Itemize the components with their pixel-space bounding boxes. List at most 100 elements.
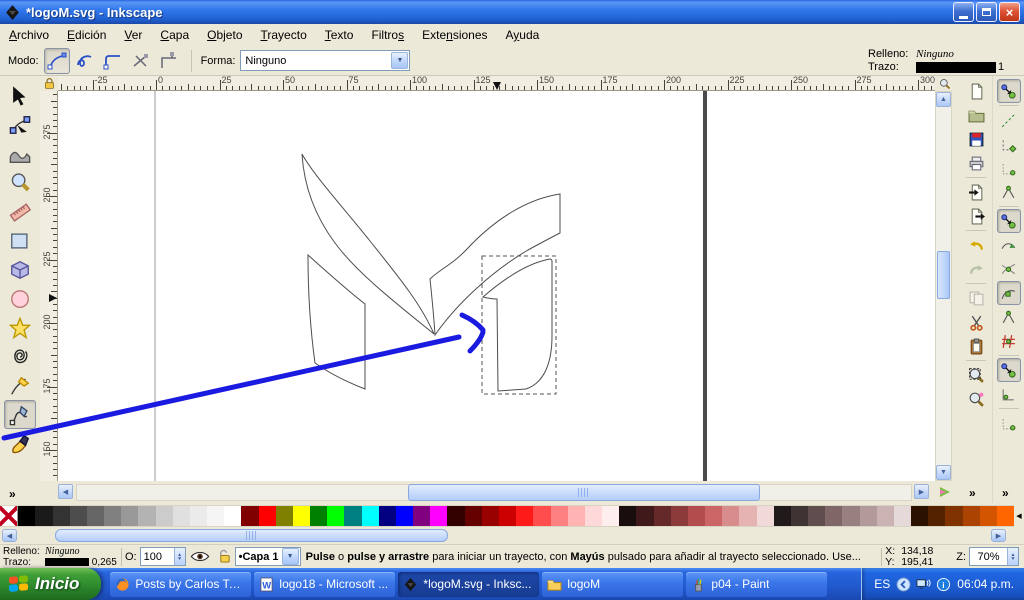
menu-ayuda[interactable]: Ayuda <box>497 25 549 45</box>
horizontal-ruler[interactable]: -25 0 25 50 75 100 125 150 175 200 225 250 275 300 <box>58 76 935 91</box>
logo-selected-shape[interactable] <box>481 258 553 392</box>
vertical-scrollbar[interactable]: ▲ ▼ <box>935 91 952 481</box>
paste-button[interactable] <box>964 334 988 358</box>
swatch-ebebeb[interactable] <box>189 506 208 526</box>
swatch-e6d9d9[interactable] <box>893 506 912 526</box>
mode-spiro-button[interactable] <box>72 48 98 74</box>
swatch-ffeeee[interactable] <box>602 506 620 526</box>
snap-others-button[interactable] <box>996 358 1021 382</box>
zoom-selection-button[interactable] <box>964 363 988 387</box>
new-doc-button[interactable] <box>964 79 988 103</box>
swatch-1a0d0d[interactable] <box>619 506 637 526</box>
swatch-552200[interactable] <box>928 506 946 526</box>
undo-button[interactable] <box>964 233 988 257</box>
swatch-ff00ff[interactable] <box>430 506 448 526</box>
swatch-666666[interactable] <box>86 506 105 526</box>
swatch-d45500[interactable] <box>979 506 997 526</box>
swatch-000000[interactable] <box>18 506 36 526</box>
save-button[interactable] <box>964 127 988 151</box>
palette-scroll-right-button[interactable]: ▶ <box>991 529 1006 542</box>
swatch-990000[interactable] <box>481 506 499 526</box>
swatch-401a1a[interactable] <box>636 506 654 526</box>
snap-paths-button[interactable] <box>997 233 1021 257</box>
box3d-tool-button[interactable] <box>4 255 36 284</box>
snap-bbox-corners-button[interactable] <box>997 156 1021 180</box>
swatch-201a1a[interactable] <box>773 506 791 526</box>
swatch-803300[interactable] <box>945 506 963 526</box>
swatch-4d4d4d[interactable] <box>69 506 87 526</box>
snap-page-border-button[interactable] <box>997 411 1021 435</box>
redo-button[interactable] <box>964 257 988 281</box>
tweak-tool-button[interactable] <box>4 139 36 168</box>
swatch-ffffff[interactable] <box>224 506 242 526</box>
menu-texto[interactable]: Texto <box>316 25 363 45</box>
task-folder[interactable]: logoM <box>542 571 684 597</box>
swatch-e6b3b3[interactable] <box>739 506 757 526</box>
swatch-0000ff[interactable] <box>395 506 414 526</box>
menu-trayecto[interactable]: Trayecto <box>252 25 316 45</box>
star-tool-button[interactable] <box>4 313 36 342</box>
swatch-ccb3b3[interactable] <box>876 506 894 526</box>
swatch-2b1100[interactable] <box>911 506 929 526</box>
copy-button[interactable] <box>964 286 988 310</box>
swatch-008080[interactable] <box>344 506 362 526</box>
layer-selector[interactable]: •Capa 1 ▼ <box>234 547 301 566</box>
swatch-aa4400[interactable] <box>962 506 980 526</box>
snap-object-centers-button[interactable] <box>997 382 1021 406</box>
zoom-drawing-button[interactable] <box>964 387 988 411</box>
snap-smooth-nodes-button[interactable] <box>997 305 1021 329</box>
snap-bounding-box-button[interactable] <box>997 108 1021 132</box>
swatch-ffb3b3[interactable] <box>567 506 585 526</box>
open-folder-button[interactable] <box>964 103 988 127</box>
pencil-tool-button[interactable] <box>4 371 36 400</box>
print-button[interactable] <box>964 151 988 175</box>
swatch-008000[interactable] <box>310 506 328 526</box>
swatch-800000[interactable] <box>241 506 259 526</box>
swatch-cccccc[interactable] <box>155 506 173 526</box>
swatch-ffff00[interactable] <box>292 506 311 526</box>
mode-bezier-button[interactable] <box>43 47 70 74</box>
stroke-color-swatch[interactable] <box>916 61 996 73</box>
rect-tool-button[interactable] <box>4 226 36 255</box>
swatch-662929[interactable] <box>653 506 671 526</box>
swatch-00ffff[interactable] <box>361 506 379 526</box>
swatch-660000[interactable] <box>464 506 482 526</box>
spinner-arrows-icon[interactable]: ▲ ▼ <box>173 548 185 565</box>
ruler-lock-icon[interactable] <box>40 76 58 91</box>
swatch-800080[interactable] <box>413 506 431 526</box>
scroll-left-button[interactable]: ◀ <box>58 484 73 499</box>
swatch-00ff00[interactable] <box>327 506 345 526</box>
spinner-arrows-icon[interactable]: ▲ ▼ <box>1007 548 1018 565</box>
zoom-tool-button[interactable] <box>4 168 36 197</box>
mode-polyline-button[interactable] <box>100 48 126 74</box>
snap-bar-overflow-button[interactable]: » <box>1002 486 1009 500</box>
swatch-ff1a1a[interactable] <box>516 506 534 526</box>
chevron-down-icon[interactable]: ▼ <box>281 548 299 565</box>
menu-ver[interactable]: Ver <box>115 25 151 45</box>
pen-tool-button[interactable] <box>4 400 36 429</box>
node-tool-button[interactable] <box>4 110 36 139</box>
hide-icons-chevron-icon[interactable] <box>896 576 911 592</box>
swatch-806666[interactable] <box>825 506 843 526</box>
swatch-e0e0e0[interactable] <box>172 506 190 526</box>
swatch-1a1a1a[interactable] <box>35 506 53 526</box>
swatch-cc0000[interactable] <box>498 506 517 526</box>
swatch-b3b3b3[interactable] <box>138 506 156 526</box>
close-button[interactable]: × <box>999 2 1020 22</box>
chevron-down-icon[interactable]: ▼ <box>391 52 409 69</box>
mode-zigzag-button[interactable] <box>128 48 154 74</box>
snap-path-intersections-button[interactable] <box>997 257 1021 281</box>
swatch-ffd9d9[interactable] <box>584 506 603 526</box>
swatch-8c3a3a[interactable] <box>670 506 688 526</box>
swatch-b34d4d[interactable] <box>687 506 706 526</box>
fill-stroke-status[interactable]: Relleno: Ninguno Trazo: 0,265 <box>0 546 118 568</box>
cut-button[interactable] <box>964 310 988 334</box>
swatch-808000[interactable] <box>275 506 293 526</box>
spiral-tool-button[interactable] <box>4 342 36 371</box>
swatch-b39999[interactable] <box>859 506 877 526</box>
menu-edicion[interactable]: Edición <box>58 25 115 45</box>
export-button[interactable] <box>964 204 988 228</box>
display-icon[interactable] <box>916 577 931 592</box>
commands-bar-overflow-button[interactable]: » <box>969 486 976 500</box>
snap-enable-button[interactable] <box>996 79 1021 103</box>
